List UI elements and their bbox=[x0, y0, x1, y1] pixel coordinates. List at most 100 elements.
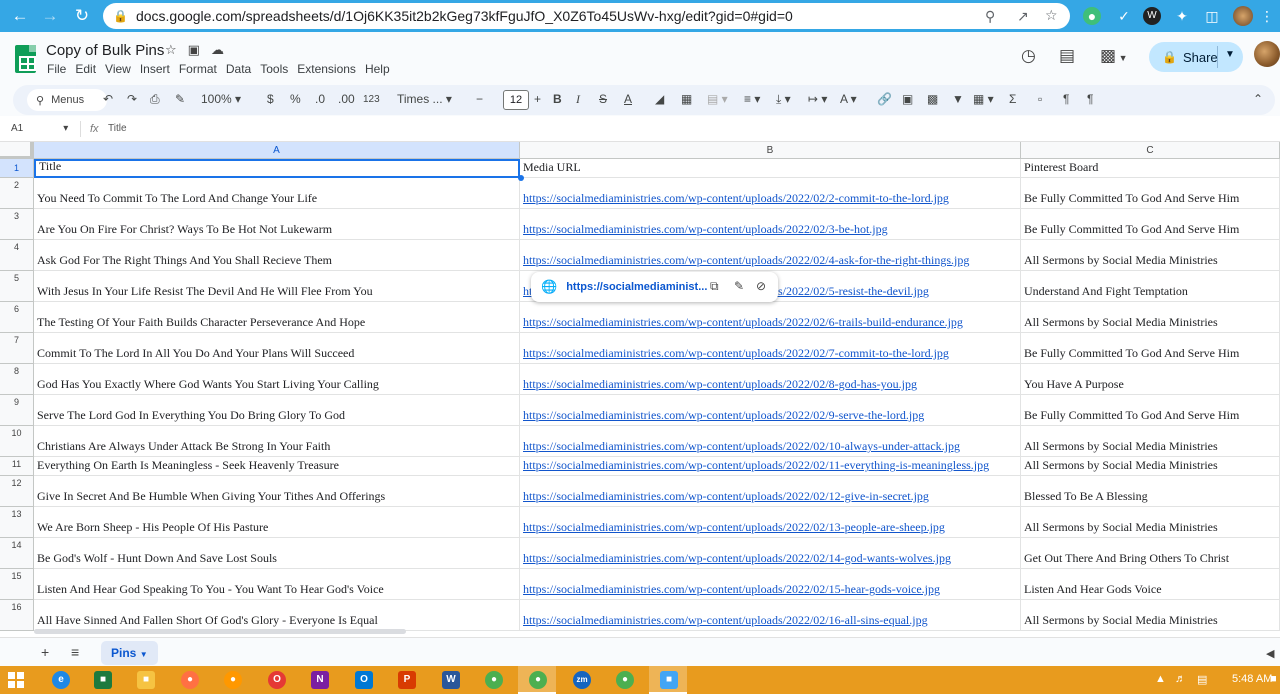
title-cell[interactable]: Be God's Wolf - Hunt Down And Save Lost … bbox=[34, 538, 520, 569]
undo-icon[interactable]: ↶ bbox=[103, 92, 113, 106]
menu-data[interactable]: Data bbox=[226, 62, 251, 76]
word-icon[interactable]: W bbox=[442, 671, 460, 689]
notifications-icon[interactable]: ■ bbox=[1270, 673, 1277, 685]
title-cell[interactable]: God Has You Exactly Where God Wants You … bbox=[34, 364, 520, 395]
increase-decimal-button[interactable]: .00 bbox=[338, 92, 355, 106]
sheets-logo-icon[interactable] bbox=[15, 45, 36, 73]
input-tools-icon[interactable]: ▫ bbox=[1038, 92, 1042, 106]
title-cell[interactable]: Listen And Hear God Speaking To You - Yo… bbox=[34, 569, 520, 600]
pinterest-board-cell[interactable]: Get Out There And Bring Others To Christ bbox=[1021, 538, 1280, 569]
ie-icon[interactable]: e bbox=[52, 671, 70, 689]
sheet-tab-pins[interactable]: Pins ▼ bbox=[101, 641, 158, 665]
add-sheet-icon[interactable]: + bbox=[41, 644, 49, 660]
media-url-cell[interactable]: https://socialmediaministries.com/wp-con… bbox=[520, 209, 1021, 240]
row-header[interactable]: 9 bbox=[0, 395, 34, 426]
italic-button[interactable]: I bbox=[576, 92, 580, 107]
filter-icon[interactable]: ▼ bbox=[952, 92, 964, 106]
row-header[interactable]: 5 bbox=[0, 271, 34, 302]
row-header[interactable]: 7 bbox=[0, 333, 34, 364]
horizontal-align-icon[interactable]: ≡ ▾ bbox=[744, 92, 760, 106]
move-folder-icon[interactable]: ▣ bbox=[188, 42, 211, 57]
number-format-button[interactable]: 123 bbox=[363, 94, 380, 105]
media-url-cell[interactable]: https://socialmediaministries.com/wp-con… bbox=[520, 333, 1021, 364]
menu-help[interactable]: Help bbox=[365, 62, 390, 76]
account-avatar[interactable] bbox=[1254, 41, 1280, 67]
address-url[interactable]: docs.google.com/spreadsheets/d/1Oj6KK35i… bbox=[136, 8, 793, 24]
row-header[interactable]: 3 bbox=[0, 209, 34, 240]
print-icon[interactable]: ⎙ bbox=[150, 92, 160, 107]
sidebar-icon[interactable]: ◫ bbox=[1203, 7, 1221, 25]
media-url-cell[interactable]: https://socialmediaministries.com/wp-con… bbox=[520, 600, 1021, 631]
font-size-decrease[interactable]: − bbox=[476, 92, 483, 106]
filter-views-icon[interactable]: ▦ ▾ bbox=[973, 92, 994, 106]
redo-icon[interactable]: ↷ bbox=[127, 92, 137, 106]
insert-comment-icon[interactable]: ▣ bbox=[902, 92, 913, 106]
share-dropdown-icon[interactable]: ▼ bbox=[1225, 49, 1235, 60]
menu-insert[interactable]: Insert bbox=[140, 62, 170, 76]
title-cell[interactable]: Commit To The Lord In All You Do And You… bbox=[34, 333, 520, 364]
collapse-toolbar-icon[interactable]: ⌃ bbox=[1253, 92, 1263, 106]
title-cell[interactable]: Serve The Lord God In Everything You Do … bbox=[34, 395, 520, 426]
pinterest-board-cell[interactable]: You Have A Purpose bbox=[1021, 364, 1280, 395]
extension-icon[interactable]: ● bbox=[1083, 7, 1101, 25]
remove-link-icon[interactable]: ⊘ bbox=[756, 279, 766, 293]
pinterest-board-cell[interactable]: All Sermons by Social Media Ministries bbox=[1021, 600, 1280, 631]
onenote-icon[interactable]: N bbox=[311, 671, 329, 689]
menu-edit[interactable]: Edit bbox=[75, 62, 96, 76]
bookmark-star-icon[interactable]: ☆ bbox=[1045, 7, 1058, 24]
pinterest-board-cell[interactable]: All Sermons by Social Media Ministries bbox=[1021, 457, 1280, 476]
media-url-cell[interactable]: https://socialmediaministries.com/wp-con… bbox=[520, 178, 1021, 209]
media-url-cell[interactable]: https://socialmediaministries.com/wp-con… bbox=[520, 538, 1021, 569]
column-header-a[interactable]: A bbox=[34, 142, 520, 159]
bold-button[interactable]: B bbox=[553, 92, 562, 106]
zoom-icon[interactable]: zm bbox=[573, 671, 591, 689]
reload-icon[interactable]: ↻ bbox=[70, 6, 94, 26]
paragraph-rtl-icon[interactable]: ¶ bbox=[1087, 92, 1093, 106]
insert-chart-icon[interactable]: ▩ bbox=[927, 92, 938, 106]
row-header[interactable]: 15 bbox=[0, 569, 34, 600]
strikethrough-button[interactable]: S bbox=[599, 92, 607, 106]
title-cell[interactable]: Christians Are Always Under Attack Be St… bbox=[34, 426, 520, 457]
firefox-icon[interactable]: ● bbox=[181, 671, 199, 689]
volume-icon[interactable]: ♬ bbox=[1175, 673, 1186, 685]
firefox-icon[interactable]: ● bbox=[224, 671, 242, 689]
app-icon[interactable]: ■ bbox=[660, 671, 678, 689]
media-url-cell[interactable]: https://socialmediaministries.com/wp-con… bbox=[520, 457, 1021, 476]
text-color-button[interactable]: A bbox=[624, 92, 632, 106]
powerpoint-icon[interactable]: P bbox=[398, 671, 416, 689]
star-icon[interactable]: ☆ bbox=[165, 42, 188, 57]
version-history-icon[interactable]: ◷ bbox=[1021, 46, 1036, 66]
row-header[interactable]: 13 bbox=[0, 507, 34, 538]
profile-avatar[interactable] bbox=[1233, 6, 1253, 26]
pinterest-board-cell[interactable]: All Sermons by Social Media Ministries bbox=[1021, 507, 1280, 538]
row-header[interactable]: 10 bbox=[0, 426, 34, 457]
more-vert-icon[interactable]: ⋮ bbox=[1258, 7, 1276, 25]
menu-tools[interactable]: Tools bbox=[260, 62, 288, 76]
comments-icon[interactable]: ▤ bbox=[1059, 46, 1075, 66]
pinterest-board-cell[interactable]: Be Fully Committed To God And Serve Him bbox=[1021, 209, 1280, 240]
percent-button[interactable]: % bbox=[290, 92, 301, 106]
row-header[interactable]: 14 bbox=[0, 538, 34, 569]
chrome-icon[interactable]: ● bbox=[485, 671, 503, 689]
media-url-cell[interactable]: https://socialmediaministries.com/wp-con… bbox=[520, 476, 1021, 507]
tray-chevron-icon[interactable]: ▲ bbox=[1155, 673, 1166, 685]
row-header[interactable]: 8 bbox=[0, 364, 34, 395]
font-select[interactable]: Times ... ▾ bbox=[397, 92, 452, 106]
media-url-cell[interactable]: https://socialmediaministries.com/wp-con… bbox=[520, 507, 1021, 538]
menu-format[interactable]: Format bbox=[179, 62, 217, 76]
pinterest-board-cell[interactable]: Blessed To Be A Blessing bbox=[1021, 476, 1280, 507]
title-cell[interactable]: All Have Sinned And Fallen Short Of God'… bbox=[34, 600, 520, 631]
row-header[interactable]: 16 bbox=[0, 600, 34, 631]
pinterest-board-cell[interactable]: All Sermons by Social Media Ministries bbox=[1021, 302, 1280, 333]
sheet-nav-icon[interactable]: ◀ bbox=[1266, 647, 1274, 660]
file-explorer-icon[interactable]: ■ bbox=[137, 671, 155, 689]
font-size-increase[interactable]: + bbox=[534, 92, 541, 106]
extension-icon[interactable]: W bbox=[1143, 7, 1161, 25]
media-url-cell[interactable]: https://socialmediaministries.com/wp-con… bbox=[520, 569, 1021, 600]
text-wrap-icon[interactable]: ↦ ▾ bbox=[808, 92, 827, 106]
pinterest-board-cell[interactable]: Be Fully Committed To God And Serve Him bbox=[1021, 178, 1280, 209]
address-bar[interactable]: 🔒 docs.google.com/spreadsheets/d/1Oj6KK3… bbox=[103, 3, 1070, 29]
cloud-status-icon[interactable]: ☁ bbox=[211, 42, 235, 57]
menu-extensions[interactable]: Extensions bbox=[297, 62, 356, 76]
forward-arrow-icon[interactable]: → bbox=[38, 6, 62, 26]
